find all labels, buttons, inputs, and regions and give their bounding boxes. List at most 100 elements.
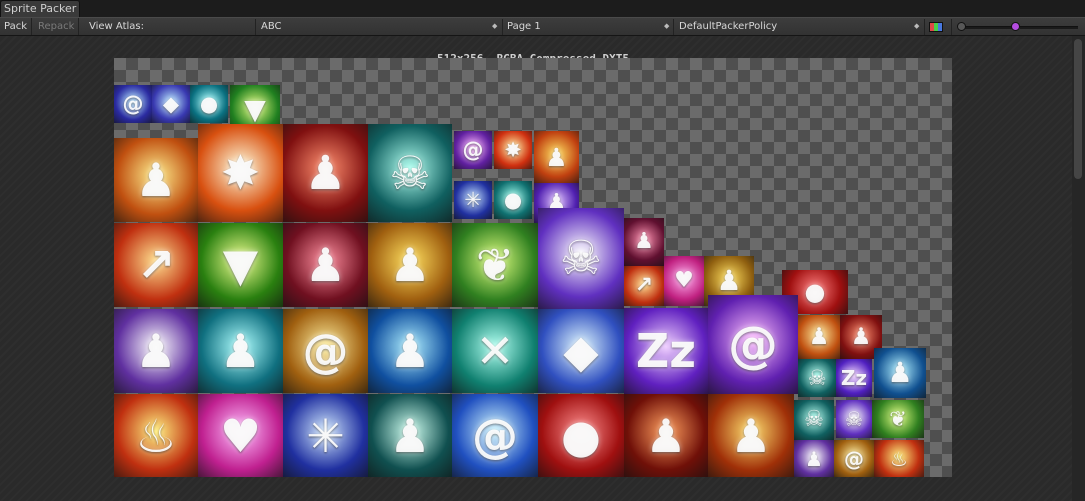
mip-slider-track[interactable] <box>1020 26 1078 29</box>
sprite-glyph: ▼ <box>222 238 259 292</box>
page-dropdown[interactable]: Page 1 ◆ <box>503 18 671 35</box>
sprite-glyph: ☠ <box>559 231 603 286</box>
sprite-glyph: ♟ <box>389 238 431 292</box>
rgb-channel-toggle-icon[interactable] <box>929 22 943 32</box>
atlas-preview-canvas[interactable]: @ ◆ ● ▼ ♟ ✸ ♟ ☠ @ ✸ ♟ ✳ ● ♟ ↗ ▼ ♟ ♟ ❦ ☠ ♟ ↗ ♥ ♟ ● ♟ ♟ @ ♟ ✕ ◆ Zz @ ♟ ♟ ☠ Zz ♟… <box>114 58 952 477</box>
sprite-glyph: ✸ <box>220 145 261 201</box>
sprite-glyph: ♟ <box>219 324 262 378</box>
dancer-small-icon[interactable]: ♟ <box>874 348 926 398</box>
web-small-icon[interactable]: ✳ <box>454 181 492 219</box>
sprite-glyph: ♟ <box>304 238 347 292</box>
arrow-burst-small-icon[interactable]: ↗ <box>624 266 664 306</box>
atlas-dropdown[interactable]: ABC ◆ <box>256 18 500 35</box>
separator <box>924 19 925 35</box>
policy-dropdown-arrow-icon: ◆ <box>914 22 920 30</box>
repack-button[interactable]: Repack <box>34 18 80 35</box>
skull-crossbones-icon[interactable]: ☠ <box>368 124 452 222</box>
sprite-glyph: ♨ <box>135 408 177 463</box>
page-dropdown-value: Page 1 <box>507 21 541 32</box>
sprite-glyph: ☠ <box>389 146 431 200</box>
pack-button[interactable]: Pack <box>0 18 32 35</box>
sprite-glyph: ✳ <box>464 187 482 212</box>
flame-small-icon[interactable]: ♨ <box>874 440 924 477</box>
sprite-glyph: @ <box>844 446 864 471</box>
fear-figure-icon[interactable]: ♟ <box>368 394 452 477</box>
sprite-glyph: @ <box>462 137 484 162</box>
ram-horn-small-icon[interactable]: @ <box>834 440 874 477</box>
dancing-figure-icon[interactable]: ♟ <box>368 309 452 393</box>
sprite-glyph: ♟ <box>805 446 823 471</box>
vertical-scrollbar[interactable] <box>1072 36 1085 501</box>
arrow-burst-icon[interactable]: ↗ <box>114 223 198 307</box>
zoom-slider-track[interactable] <box>960 26 1016 29</box>
float-figure-icon[interactable]: ♟ <box>114 309 198 393</box>
tab-sprite-packer[interactable]: Sprite Packer <box>0 0 80 17</box>
scrollbar-thumb[interactable] <box>1074 39 1082 179</box>
red-figure-icon[interactable]: ♟ <box>283 124 368 222</box>
sprite-glyph: @ <box>728 315 778 374</box>
rage-figure-small-icon[interactable]: ♟ <box>624 218 664 266</box>
bubble-figure-icon[interactable]: ♟ <box>198 309 283 393</box>
meditate-icon[interactable]: ● <box>190 85 228 123</box>
shield-swirl-icon[interactable]: ✕ <box>452 309 538 393</box>
ram-horn-icon[interactable]: @ <box>283 309 368 393</box>
fire-burst-small-icon[interactable]: ✸ <box>494 131 532 169</box>
sprite-glyph: ♟ <box>808 323 830 350</box>
heart-icon[interactable]: ♥ <box>198 394 283 477</box>
sleep-z-icon[interactable]: Zz <box>624 308 708 394</box>
rage-figure-icon[interactable]: ♟ <box>283 223 368 307</box>
mip-slider-knob[interactable] <box>1011 22 1020 31</box>
golden-figure-small-icon[interactable]: ♟ <box>798 315 840 359</box>
view-atlas-label: View Atlas: <box>89 21 144 32</box>
sprite-glyph: ♟ <box>545 142 568 172</box>
zoom-slider-knob[interactable] <box>957 22 966 31</box>
skull-teal-small-icon[interactable]: ☠ <box>794 400 834 440</box>
sprite-glyph: ❦ <box>475 238 515 292</box>
ghost-small-icon[interactable]: ☠ <box>836 400 872 438</box>
policy-dropdown[interactable]: DefaultPackerPolicy ◆ <box>674 18 922 35</box>
sleep-small-icon[interactable]: Zz <box>836 359 872 397</box>
tab-bar: Sprite Packer <box>0 0 1085 17</box>
sprite-glyph: ♟ <box>135 153 177 207</box>
sprite-glyph: ↗ <box>136 238 176 292</box>
sprite-glyph: ♟ <box>645 408 687 463</box>
figure-glow-small-icon[interactable]: ♟ <box>534 131 579 183</box>
sprite-glyph: ● <box>503 187 523 212</box>
galaxy-small-icon[interactable]: @ <box>454 131 492 169</box>
sprite-glyph: ✕ <box>475 324 515 378</box>
blood-drop-icon[interactable]: ● <box>538 394 624 477</box>
crystal-icon[interactable]: ◆ <box>152 85 190 123</box>
galaxy-icon[interactable]: @ <box>708 295 798 394</box>
sun-burst-icon[interactable]: ✸ <box>198 124 283 222</box>
sprite-glyph: ☠ <box>804 407 824 432</box>
sprite-glyph: ♟ <box>389 408 431 463</box>
meditate-small-icon[interactable]: ● <box>494 181 532 219</box>
skull-crossbones-small-icon[interactable]: ☠ <box>798 359 836 397</box>
sprite-glyph: @ <box>472 408 518 463</box>
green-arrow-down-icon[interactable]: ▼ <box>198 223 283 307</box>
sprite-glyph: ♨ <box>890 446 908 471</box>
sprite-glyph: ● <box>199 91 219 116</box>
spider-web-icon[interactable]: ✳ <box>283 394 368 477</box>
muscle-figure-icon[interactable]: ♟ <box>368 223 452 307</box>
burning-figure-icon[interactable]: ♟ <box>708 394 794 477</box>
sprite-glyph: ♥ <box>674 268 694 293</box>
float-figure-small-icon[interactable]: ♟ <box>794 440 834 477</box>
atlas-dropdown-arrow-icon: ◆ <box>492 22 498 30</box>
vortex-icon[interactable]: @ <box>452 394 538 477</box>
spiral-icon[interactable]: @ <box>114 85 152 123</box>
leaves-small-icon[interactable]: ❦ <box>872 400 924 438</box>
leaves-icon[interactable]: ❦ <box>452 223 538 307</box>
flame-icon[interactable]: ♨ <box>114 394 198 477</box>
ghost-skull-icon[interactable]: ☠ <box>538 208 624 309</box>
golden-figure-icon[interactable]: ♟ <box>114 138 198 222</box>
sprite-glyph: @ <box>122 91 144 116</box>
sprite-glyph: Zz <box>840 366 868 390</box>
sprite-glyph: ♟ <box>887 356 913 389</box>
ice-crystal-icon[interactable]: ◆ <box>538 309 624 393</box>
heart-small-icon[interactable]: ♥ <box>664 256 704 306</box>
sprite-glyph: ● <box>560 408 602 463</box>
sprite-glyph: ❦ <box>889 406 907 431</box>
sprite-glyph: Zz <box>635 324 697 378</box>
burning-face-icon[interactable]: ♟ <box>624 394 708 477</box>
